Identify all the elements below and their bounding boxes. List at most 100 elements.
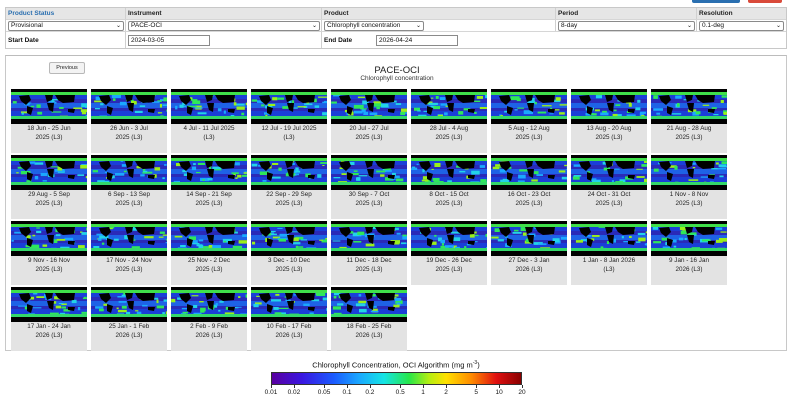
chlorophyll-map-thumbnail[interactable] [171,155,247,190]
thumbnail-card[interactable]: 13 Aug - 20 Aug 2025 (L3) [571,89,647,153]
thumbnail-card[interactable]: 17 Jan - 24 Jan 2026 (L3) [11,287,87,351]
thumbnail-card[interactable]: 18 Jun - 25 Jun 2025 (L3) [11,89,87,153]
chlorophyll-map-thumbnail[interactable] [251,221,327,256]
chlorophyll-map-thumbnail[interactable] [171,221,247,256]
thumbnail-card[interactable]: 12 Jul - 19 Jul 2025 (L3) [251,89,327,153]
thumbnail-card[interactable]: 28 Jul - 4 Aug 2025 (L3) [411,89,487,153]
thumbnail-level: 2026 (L3) [275,331,303,339]
thumbnail-card[interactable]: 22 Sep - 29 Sep 2025 (L3) [251,155,327,219]
product-select[interactable]: Chlorophyll concentration ⌄ [324,20,424,31]
chlorophyll-map-thumbnail[interactable] [91,155,167,190]
thumbnail-card[interactable]: 25 Jan - 1 Feb 2026 (L3) [91,287,167,351]
chlorophyll-map-thumbnail[interactable] [171,287,247,322]
chlorophyll-map-thumbnail[interactable] [411,221,487,256]
top-blue-button[interactable] [692,0,740,3]
thumbnail-label: 17 Jan - 24 Jan 2026 (L3) [11,323,87,340]
thumbnail-card[interactable]: 21 Aug - 28 Aug 2025 (L3) [651,89,727,153]
chlorophyll-map-thumbnail[interactable] [171,89,247,124]
chlorophyll-map-thumbnail[interactable] [11,221,87,256]
thumbnail-card[interactable]: 29 Aug - 5 Sep 2025 (L3) [11,155,87,219]
thumbnail-card[interactable]: 27 Dec - 3 Jan 2026 (L3) [491,221,567,285]
thumbnail-card[interactable]: 11 Dec - 18 Dec 2025 (L3) [331,221,407,285]
chlorophyll-map-thumbnail[interactable] [11,287,87,322]
thumbnail-date-range: 3 Dec - 10 Dec [268,257,310,264]
thumbnail-date-range: 29 Aug - 5 Sep [28,191,70,198]
thumbnail-card[interactable]: 8 Oct - 15 Oct 2025 (L3) [411,155,487,219]
chlorophyll-map-thumbnail[interactable] [331,287,407,322]
chlorophyll-map-thumbnail[interactable] [491,89,567,124]
chlorophyll-map-thumbnail[interactable] [91,221,167,256]
thumbnail-card[interactable]: 17 Nov - 24 Nov 2025 (L3) [91,221,167,285]
chlorophyll-map-thumbnail[interactable] [571,221,647,256]
thumbnail-label: 22 Sep - 29 Sep 2025 (L3) [251,191,327,208]
start-date-input[interactable]: 2024-03-05 [128,34,210,46]
chevron-down-icon: ⌄ [775,23,781,29]
resolution-select[interactable]: 0.1-deg ⌄ [699,20,784,31]
thumbnail-card[interactable]: 19 Dec - 26 Dec 2025 (L3) [411,221,487,285]
chlorophyll-map-thumbnail[interactable] [251,287,327,322]
chlorophyll-map-thumbnail[interactable] [651,221,727,256]
thumbnail-card[interactable]: 3 Dec - 10 Dec 2025 (L3) [251,221,327,285]
thumbnail-level: (L3) [203,133,215,141]
chlorophyll-map-thumbnail[interactable] [571,155,647,190]
chlorophyll-map-thumbnail[interactable] [331,89,407,124]
chlorophyll-map-thumbnail[interactable] [571,89,647,124]
thumbnail-date-range: 9 Jan - 16 Jan [669,257,709,264]
thumbnail-card[interactable]: 6 Sep - 13 Sep 2025 (L3) [91,155,167,219]
thumbnail-label: 14 Sep - 21 Sep 2025 (L3) [171,191,247,208]
thumbnail-date-range: 4 Jul - 11 Jul 2025 [183,125,235,132]
instrument-select[interactable]: PACE-OCI ⌄ [128,20,320,31]
thumbnail-date-range: 30 Sep - 7 Oct [348,191,390,198]
thumbnail-card[interactable]: 25 Nov - 2 Dec 2025 (L3) [171,221,247,285]
thumbnail-date-range: 1 Jan - 8 Jan 2026 [582,257,636,264]
thumbnail-card[interactable]: 4 Jul - 11 Jul 2025 (L3) [171,89,247,153]
thumbnail-card[interactable]: 24 Oct - 31 Oct 2025 (L3) [571,155,647,219]
chlorophyll-map-thumbnail[interactable] [251,155,327,190]
thumbnail-card[interactable]: 2 Feb - 9 Feb 2026 (L3) [171,287,247,351]
product-status-select[interactable]: Provisional ⌄ [8,20,124,31]
chlorophyll-map-thumbnail[interactable] [491,221,567,256]
period-select[interactable]: 8-day ⌄ [558,20,695,31]
thumbnail-card[interactable]: 5 Aug - 12 Aug 2025 (L3) [491,89,567,153]
end-date-input[interactable]: 2026-04-24 [376,34,458,46]
top-red-button[interactable] [748,0,782,3]
thumbnail-label: 18 Feb - 25 Feb 2026 (L3) [331,323,407,340]
chlorophyll-map-thumbnail[interactable] [411,155,487,190]
thumbnail-level: 2025 (L3) [355,133,383,141]
thumbnail-card[interactable]: 20 Jul - 27 Jul 2025 (L3) [331,89,407,153]
thumbnail-date-range: 18 Jun - 25 Jun [27,125,71,132]
chlorophyll-map-thumbnail[interactable] [651,89,727,124]
thumbnail-level: 2026 (L3) [115,331,143,339]
thumbnail-card[interactable]: 16 Oct - 23 Oct 2025 (L3) [491,155,567,219]
thumbnail-card[interactable]: 18 Feb - 25 Feb 2026 (L3) [331,287,407,351]
colorbar-tick-label: 0.2 [365,389,375,396]
thumbnail-label: 12 Jul - 19 Jul 2025 (L3) [251,125,327,142]
colorbar-tick [347,385,348,388]
chlorophyll-map-thumbnail[interactable] [251,89,327,124]
thumbnail-card[interactable]: 26 Jun - 3 Jul 2025 (L3) [91,89,167,153]
thumbnail-card[interactable]: 1 Nov - 8 Nov 2025 (L3) [651,155,727,219]
thumbnail-card[interactable]: 10 Feb - 17 Feb 2026 (L3) [251,287,327,351]
thumbnail-card[interactable]: 9 Nov - 16 Nov 2025 (L3) [11,221,87,285]
chlorophyll-map-thumbnail[interactable] [331,155,407,190]
thumbnail-label: 11 Dec - 18 Dec 2025 (L3) [331,257,407,274]
thumbnail-card[interactable]: 30 Sep - 7 Oct 2025 (L3) [331,155,407,219]
chlorophyll-map-thumbnail[interactable] [411,89,487,124]
chlorophyll-map-thumbnail[interactable] [331,221,407,256]
chlorophyll-map-thumbnail[interactable] [91,287,167,322]
chlorophyll-map-thumbnail[interactable] [11,89,87,124]
results-panel: Previous PACE-OCI Chlorophyll concentrat… [5,55,787,351]
chevron-down-icon: ⌄ [686,23,692,29]
start-date-label: Start Date [8,36,39,44]
thumbnail-card[interactable]: 9 Jan - 16 Jan 2026 (L3) [651,221,727,285]
chlorophyll-map-thumbnail[interactable] [11,155,87,190]
thumbnail-label: 1 Nov - 8 Nov 2025 (L3) [651,191,727,208]
thumbnail-card[interactable]: 1 Jan - 8 Jan 2026 (L3) [571,221,647,285]
chlorophyll-map-thumbnail[interactable] [651,155,727,190]
thumbnail-card[interactable]: 14 Sep - 21 Sep 2025 (L3) [171,155,247,219]
thumbnail-level: 2025 (L3) [435,133,463,141]
chlorophyll-map-thumbnail[interactable] [91,89,167,124]
chlorophyll-map-thumbnail[interactable] [491,155,567,190]
thumbnail-date-range: 14 Sep - 21 Sep [186,191,232,198]
thumbnail-label: 18 Jun - 25 Jun 2025 (L3) [11,125,87,142]
